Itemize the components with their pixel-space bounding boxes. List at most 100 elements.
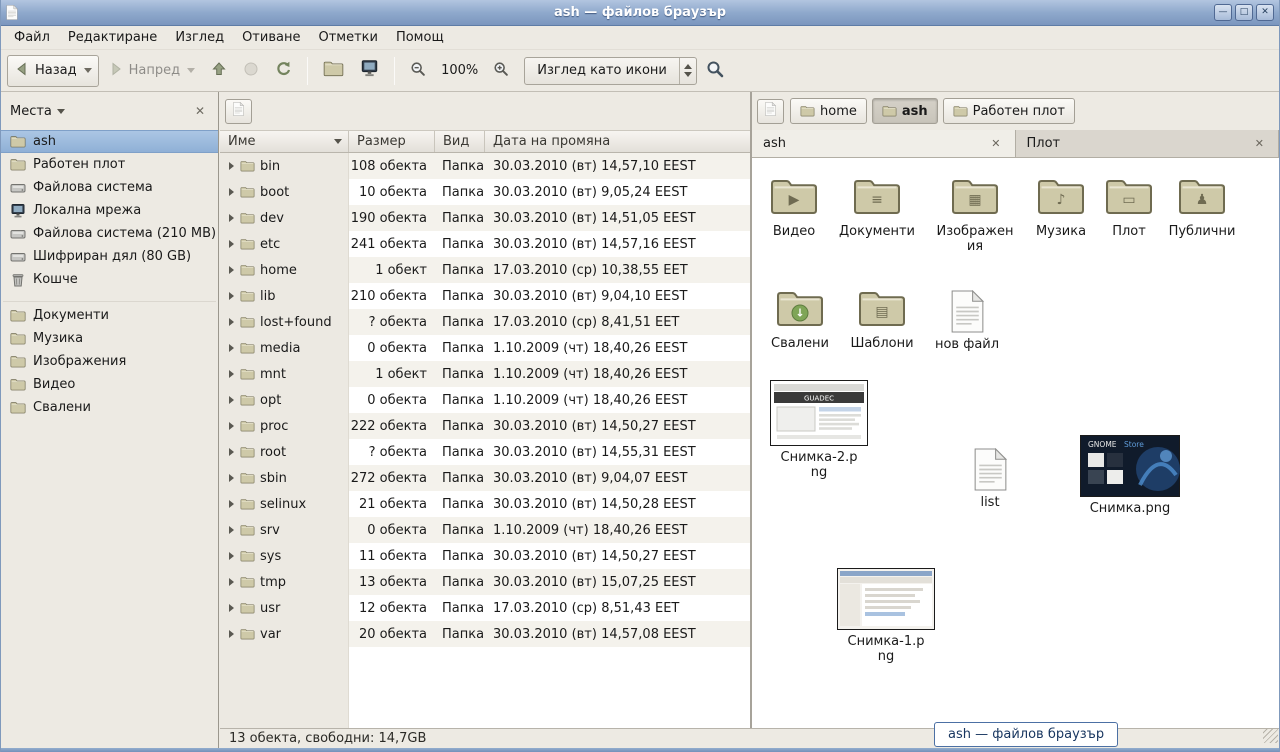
tab-plot[interactable]: Плот✕ xyxy=(1016,130,1280,157)
resize-grip[interactable] xyxy=(1263,728,1278,743)
taskbar-window-button[interactable]: ash — файлов браузър xyxy=(934,722,1118,747)
table-row[interactable]: lost+found ? обекта Папка 17.03.2010 (ср… xyxy=(220,309,750,335)
menu-edit[interactable]: Редактиране xyxy=(59,27,166,48)
table-row[interactable]: dev 190 обекта Папка 30.03.2010 (вт) 14,… xyxy=(220,205,750,231)
table-row[interactable]: usr 12 обекта Папка 17.03.2010 (ср) 8,51… xyxy=(220,595,750,621)
expander-icon[interactable] xyxy=(229,578,234,586)
table-row[interactable]: lib 210 обекта Папка 30.03.2010 (вт) 9,0… xyxy=(220,283,750,309)
menu-help[interactable]: Помощ xyxy=(387,27,453,48)
breadcrumb-home[interactable]: home xyxy=(790,98,867,124)
icon-view-canvas[interactable]: ▶Видео≡Документи▦Изображения♪Музика▭Плот… xyxy=(752,158,1279,728)
expander-icon[interactable] xyxy=(229,396,234,404)
file-icon-public[interactable]: ♟Публични xyxy=(1160,176,1244,240)
close-button[interactable]: ✕ xyxy=(1256,4,1274,21)
expander-icon[interactable] xyxy=(229,552,234,560)
sidebar-item-downloads[interactable]: Свалени xyxy=(1,396,218,419)
tab-ash[interactable]: ash✕ xyxy=(752,130,1016,157)
forward-button[interactable]: Напред xyxy=(101,55,202,87)
minimize-button[interactable]: — xyxy=(1214,4,1232,21)
expander-icon[interactable] xyxy=(229,344,234,352)
expander-icon[interactable] xyxy=(229,630,234,638)
menu-go[interactable]: Отиване xyxy=(233,27,309,48)
view-mode-spinner[interactable] xyxy=(679,58,696,84)
expander-icon[interactable] xyxy=(229,474,234,482)
table-row[interactable]: selinux 21 обекта Папка 30.03.2010 (вт) … xyxy=(220,491,750,517)
table-row[interactable]: tmp 13 обекта Папка 30.03.2010 (вт) 15,0… xyxy=(220,569,750,595)
computer-button[interactable] xyxy=(353,55,386,87)
file-icon-list[interactable]: list xyxy=(948,448,1032,511)
home-button[interactable] xyxy=(316,55,351,87)
table-row[interactable]: sbin 272 обекта Папка 30.03.2010 (вт) 9,… xyxy=(220,465,750,491)
maximize-button[interactable]: □ xyxy=(1235,4,1253,21)
expander-icon[interactable] xyxy=(229,500,234,508)
file-icon-snimka-1[interactable]: Снимка-1.png xyxy=(837,568,935,665)
file-icon-templates[interactable]: ▤Шаблони xyxy=(840,288,924,352)
sidebar-item-videos[interactable]: Видео xyxy=(1,373,218,396)
expander-icon[interactable] xyxy=(229,370,234,378)
table-row[interactable]: opt 0 обекта Папка 1.10.2009 (чт) 18,40,… xyxy=(220,387,750,413)
table-row[interactable]: proc 222 обекта Папка 30.03.2010 (вт) 14… xyxy=(220,413,750,439)
search-button[interactable] xyxy=(699,55,731,87)
sidebar-close-icon[interactable]: ✕ xyxy=(191,102,209,120)
table-row[interactable]: home 1 обект Папка 17.03.2010 (ср) 10,38… xyxy=(220,257,750,283)
column-header-date[interactable]: Дата на промяна xyxy=(485,131,750,152)
menu-bookmarks[interactable]: Отметки xyxy=(309,27,386,48)
table-row[interactable]: sys 11 обекта Папка 30.03.2010 (вт) 14,5… xyxy=(220,543,750,569)
sidebar-item-filesystem[interactable]: Файлова система xyxy=(1,176,218,199)
back-button[interactable]: Назад xyxy=(7,55,99,87)
table-row[interactable]: var 20 обекта Папка 30.03.2010 (вт) 14,5… xyxy=(220,621,750,647)
sidebar-item-documents[interactable]: Документи xyxy=(1,304,218,327)
zoom-out-button[interactable] xyxy=(403,55,433,87)
sidebar-item-pictures[interactable]: Изображения xyxy=(1,350,218,373)
breadcrumb-ash[interactable]: ash xyxy=(872,98,938,124)
expander-icon[interactable] xyxy=(229,214,234,222)
sidebar-item-trash[interactable]: Кошче xyxy=(1,268,218,291)
back-dropdown-icon[interactable] xyxy=(84,68,92,73)
table-row[interactable]: srv 0 обекта Папка 1.10.2009 (чт) 18,40,… xyxy=(220,517,750,543)
expander-icon[interactable] xyxy=(229,448,234,456)
menu-file[interactable]: Файл xyxy=(5,27,59,48)
expander-icon[interactable] xyxy=(229,604,234,612)
sidebar-item-music[interactable]: Музика xyxy=(1,327,218,350)
sidebar-item-filesystem-210[interactable]: Файлова система (210 MB) xyxy=(1,222,218,245)
file-icon-videos[interactable]: ▶Видео xyxy=(752,176,836,240)
stop-button[interactable] xyxy=(236,55,266,87)
file-icon-new-file[interactable]: нов файл xyxy=(925,290,1009,353)
expander-icon[interactable] xyxy=(229,162,234,170)
column-header-size[interactable]: Размер xyxy=(349,131,435,152)
breadcrumb-desktop[interactable]: Работен плот xyxy=(943,98,1075,124)
reload-button[interactable] xyxy=(268,55,299,87)
table-row[interactable]: etc 241 обекта Папка 30.03.2010 (вт) 14,… xyxy=(220,231,750,257)
table-row[interactable]: mnt 1 обект Папка 1.10.2009 (чт) 18,40,2… xyxy=(220,361,750,387)
column-header-type[interactable]: Вид xyxy=(435,131,485,152)
expander-icon[interactable] xyxy=(229,240,234,248)
file-icon-snimka[interactable]: GNOMEStoreСнимка.png xyxy=(1080,435,1180,517)
expander-icon[interactable] xyxy=(229,188,234,196)
expander-icon[interactable] xyxy=(229,422,234,430)
file-icon-downloads[interactable]: ↓Свалени xyxy=(758,288,842,352)
sidebar-item-desktop[interactable]: Работен плот xyxy=(1,153,218,176)
view-mode-select[interactable]: Изглед като икони xyxy=(524,57,697,85)
expander-icon[interactable] xyxy=(229,318,234,326)
file-icon-desktop[interactable]: ▭Плот xyxy=(1087,176,1171,240)
sidebar-item-ash[interactable]: ash xyxy=(1,130,218,153)
menu-view[interactable]: Изглед xyxy=(166,27,233,48)
table-row[interactable]: bin 108 обекта Папка 30.03.2010 (вт) 14,… xyxy=(220,153,750,179)
location-toggle-button[interactable] xyxy=(225,99,252,124)
sidebar-item-network[interactable]: Локална мрежа xyxy=(1,199,218,222)
column-header-name[interactable]: Име xyxy=(220,131,349,152)
table-row[interactable]: root ? обекта Папка 30.03.2010 (вт) 14,5… xyxy=(220,439,750,465)
table-row[interactable]: boot 10 обекта Папка 30.03.2010 (вт) 9,0… xyxy=(220,179,750,205)
file-icon-pictures[interactable]: ▦Изображения xyxy=(933,176,1017,255)
up-button[interactable] xyxy=(204,55,234,87)
tab-close-icon[interactable]: ✕ xyxy=(988,136,1003,151)
places-selector[interactable]: Места xyxy=(10,104,65,119)
title-bar[interactable]: ash — файлов браузър — □ ✕ xyxy=(1,0,1279,26)
zoom-in-button[interactable] xyxy=(486,55,516,87)
location-toggle-button[interactable] xyxy=(757,99,784,124)
expander-icon[interactable] xyxy=(229,292,234,300)
table-row[interactable]: media 0 обекта Папка 1.10.2009 (чт) 18,4… xyxy=(220,335,750,361)
file-icon-documents[interactable]: ≡Документи xyxy=(835,176,919,240)
tab-close-icon[interactable]: ✕ xyxy=(1252,136,1267,151)
file-icon-snimka-2[interactable]: GUADECСнимка-2.png xyxy=(770,380,868,481)
